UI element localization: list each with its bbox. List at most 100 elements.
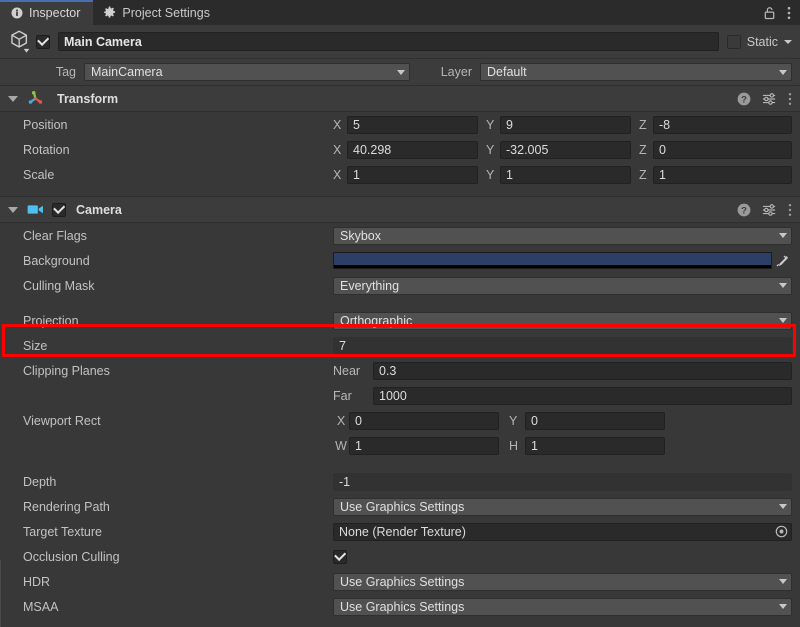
tab-inspector[interactable]: Inspector [0, 0, 94, 25]
background-row: Background [0, 248, 800, 273]
rendering-path-row: Rendering Path Use Graphics Settings [0, 494, 800, 519]
rotation-label: Rotation [23, 142, 70, 157]
msaa-value: Use Graphics Settings [340, 599, 465, 614]
viewport-h-label: H [509, 438, 519, 453]
msaa-dropdown[interactable]: Use Graphics Settings [333, 597, 792, 616]
transform-scale-row: Scale X1 Y1 Z1 [0, 162, 800, 187]
object-name-value: Main Camera [64, 34, 142, 49]
occlusion-culling-checkbox[interactable] [333, 549, 347, 564]
preset-sliders-icon[interactable] [762, 203, 777, 217]
kebab-menu-icon[interactable] [787, 6, 791, 20]
viewport-x-label: X [336, 413, 346, 428]
transform-foldout-icon[interactable] [8, 95, 18, 102]
lock-open-icon[interactable] [763, 6, 776, 20]
target-texture-row: Target Texture None (Render Texture) [0, 519, 800, 544]
background-fields [333, 252, 800, 269]
culling-mask-dropdown[interactable]: Everything [333, 276, 792, 295]
transform-component-header[interactable]: Transform ? [0, 85, 800, 112]
object-enabled-checkbox[interactable] [36, 34, 50, 49]
occlusion-culling-fields [333, 549, 800, 564]
camera-body: Clear Flags Skybox Background Culling Ma… [0, 223, 800, 619]
msaa-fields: Use Graphics Settings [333, 597, 800, 616]
depth-row: Depth -1 [0, 469, 800, 494]
clear-flags-chevron-down-icon [779, 233, 787, 238]
culling-mask-row: Culling Mask Everything [0, 273, 800, 298]
rendering-path-chevron-down-icon [779, 504, 787, 509]
camera-enabled-checkbox[interactable] [52, 202, 66, 217]
depth-input[interactable]: -1 [333, 472, 792, 491]
position-x-input[interactable]: 5 [347, 115, 478, 134]
clipping-far-fields: Far 1000 [333, 386, 800, 405]
msaa-row: MSAA Use Graphics Settings [0, 594, 800, 619]
position-y-input[interactable]: 9 [500, 115, 631, 134]
projection-row: Projection Orthographic [0, 308, 800, 333]
static-checkbox[interactable] [726, 34, 741, 49]
position-fields: X5 Y9 Z -8 [333, 115, 800, 134]
hdr-chevron-down-icon [779, 579, 787, 584]
kebab-menu-icon[interactable] [788, 92, 792, 106]
viewport-h-input[interactable]: 1 [525, 436, 665, 455]
scale-fields: X1 Y1 Z1 [333, 165, 800, 184]
clear-flags-row: Clear Flags Skybox [0, 223, 800, 248]
help-icon[interactable]: ? [737, 92, 751, 106]
static-group: Static [726, 34, 792, 49]
tab-project-settings[interactable]: Project Settings [93, 0, 223, 25]
rotation-x-input[interactable]: 40.298 [347, 140, 478, 159]
transform-header-tools: ? [737, 92, 792, 106]
culling-mask-chevron-down-icon [779, 283, 787, 288]
cube-icon[interactable] [6, 28, 36, 56]
viewport-rect-wh-row: W 1 H 1 [0, 433, 800, 458]
kebab-menu-icon[interactable] [788, 203, 792, 217]
hdr-label: HDR [23, 574, 51, 589]
axis-y-label: Y [486, 142, 495, 157]
help-icon[interactable]: ? [737, 203, 751, 217]
object-picker-icon[interactable] [775, 525, 788, 538]
background-label: Background [23, 253, 90, 268]
scale-label: Scale [23, 167, 55, 182]
camera-component-header[interactable]: Camera ? [0, 196, 800, 223]
target-texture-value: None (Render Texture) [339, 524, 466, 539]
static-chevron-down-icon[interactable] [784, 39, 792, 44]
editor-tab-bar: Inspector Project Settings [0, 0, 800, 25]
clipping-near-input[interactable]: 0.3 [373, 361, 792, 380]
size-row: Size 7 [0, 333, 800, 358]
layer-label: Layer [440, 65, 472, 79]
scale-z-input[interactable]: 1 [653, 165, 792, 184]
eyedropper-icon[interactable] [772, 254, 792, 268]
hdr-fields: Use Graphics Settings [333, 572, 800, 591]
svg-text:?: ? [741, 205, 747, 216]
near-label: Near [333, 363, 361, 378]
viewport-y-input[interactable]: 0 [525, 411, 665, 430]
projection-chevron-down-icon [779, 318, 787, 323]
hdr-value: Use Graphics Settings [340, 574, 465, 589]
clipping-planes-label: Clipping Planes [23, 363, 110, 378]
rotation-z-input[interactable]: 0 [653, 140, 792, 159]
scale-x-input[interactable]: 1 [347, 165, 478, 184]
preset-sliders-icon[interactable] [762, 92, 777, 106]
gear-icon [103, 6, 116, 19]
scale-y-input[interactable]: 1 [500, 165, 631, 184]
background-color-swatch[interactable] [333, 252, 772, 269]
target-texture-label: Target Texture [23, 524, 102, 539]
tag-dropdown[interactable]: MainCamera [84, 63, 410, 81]
tab-inspector-label: Inspector [29, 5, 81, 20]
projection-dropdown[interactable]: Orthographic [333, 311, 792, 330]
layer-dropdown[interactable]: Default [480, 63, 792, 81]
position-label: Position [23, 117, 68, 132]
camera-foldout-icon[interactable] [8, 206, 18, 213]
rendering-path-dropdown[interactable]: Use Graphics Settings [333, 497, 792, 516]
culling-mask-label: Culling Mask [23, 278, 95, 293]
viewport-w-input[interactable]: 1 [349, 436, 499, 455]
viewport-x-input[interactable]: 0 [349, 411, 499, 430]
hdr-dropdown[interactable]: Use Graphics Settings [333, 572, 792, 591]
tab-bar-spacer [223, 0, 763, 25]
target-texture-object-field[interactable]: None (Render Texture) [333, 522, 792, 541]
axis-z-label: Z [639, 117, 647, 132]
clipping-far-input[interactable]: 1000 [373, 386, 792, 405]
position-z-input[interactable]: -8 [653, 115, 792, 134]
clear-flags-dropdown[interactable]: Skybox [333, 226, 792, 245]
size-input[interactable]: 7 [333, 336, 792, 355]
rotation-y-input[interactable]: -32.005 [500, 140, 631, 159]
axis-z-label: Z [639, 142, 647, 157]
object-name-field[interactable]: Main Camera [58, 32, 719, 51]
